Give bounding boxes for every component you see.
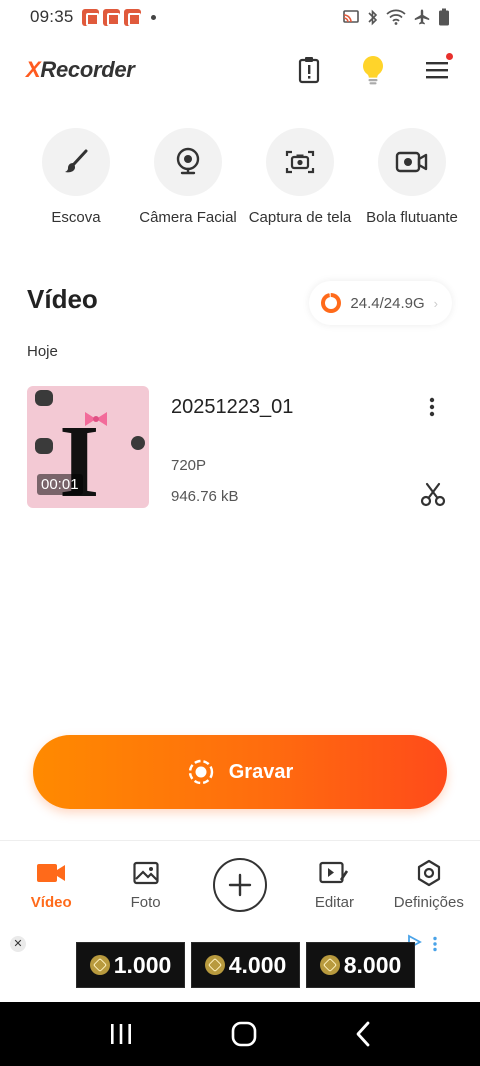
home-icon[interactable] bbox=[231, 1021, 257, 1047]
recording-resolution: 720P bbox=[171, 457, 207, 474]
coin-icon bbox=[319, 955, 340, 975]
notification-icons bbox=[81, 8, 156, 26]
recording-duration: 00:01 bbox=[37, 474, 83, 495]
app-notification-icon bbox=[102, 8, 120, 26]
xrecorder-logo: XRecorder bbox=[26, 57, 135, 83]
more-vertical-icon bbox=[429, 397, 435, 417]
nav-tab-video[interactable]: Vídeo bbox=[4, 848, 98, 911]
plus-icon bbox=[228, 873, 252, 897]
floating-ball-icon bbox=[395, 151, 428, 173]
logo-x: X bbox=[26, 57, 41, 82]
storage-indicator[interactable]: 24.4/24.9G › bbox=[309, 281, 452, 325]
ad-tile[interactable]: 4.000 bbox=[191, 942, 300, 988]
more-notifications-dot-icon bbox=[150, 14, 156, 20]
video-camera-icon bbox=[37, 864, 66, 882]
back-icon[interactable] bbox=[354, 1021, 372, 1047]
coin-icon bbox=[204, 955, 225, 975]
chevron-right-icon: › bbox=[433, 295, 438, 311]
tool-screenshot-circle bbox=[266, 128, 334, 196]
ad-tile[interactable]: 1.000 bbox=[76, 942, 185, 988]
thumbnail-sticker bbox=[35, 390, 53, 406]
edit-video-icon bbox=[319, 861, 349, 884]
lightbulb-icon bbox=[363, 56, 383, 85]
tool-face-camera-circle bbox=[154, 128, 222, 196]
tool-brush[interactable]: Escova bbox=[20, 128, 132, 228]
settings-hexagon-icon bbox=[417, 859, 440, 887]
plus-circle bbox=[213, 858, 268, 912]
ad-tile-amount: 4.000 bbox=[228, 951, 287, 978]
clipboard-alert-icon bbox=[298, 57, 320, 84]
battery-icon bbox=[439, 8, 449, 26]
recording-list-item[interactable]: I 00:01 20251223_01 720P 946.76 kB bbox=[27, 386, 453, 510]
status-time: 09:35 bbox=[30, 7, 74, 26]
recording-thumbnail[interactable]: I 00:01 bbox=[27, 386, 149, 508]
clipboard-alert-button[interactable] bbox=[292, 53, 326, 87]
record-button[interactable]: Gravar bbox=[33, 735, 447, 809]
tool-face-camera[interactable]: Câmera Facial bbox=[132, 128, 244, 228]
nav-tab-settings[interactable]: Definições bbox=[382, 848, 476, 911]
tool-brush-label: Escova bbox=[51, 209, 101, 226]
tips-lightbulb-button[interactable] bbox=[356, 53, 390, 87]
brush-icon bbox=[65, 149, 88, 173]
bluetooth-icon bbox=[368, 9, 378, 25]
record-button-label: Gravar bbox=[228, 760, 294, 783]
app-header: XRecorder bbox=[0, 44, 480, 96]
nav-tab-settings-label: Definições bbox=[393, 894, 464, 911]
record-icon bbox=[188, 759, 213, 785]
nav-tab-photo-label: Foto bbox=[130, 894, 161, 911]
tool-floating-ball[interactable]: Bola flutuante bbox=[356, 128, 468, 228]
ad-tiles: 1.000 4.000 8.000 bbox=[76, 942, 415, 988]
date-group-label: Hoje bbox=[27, 343, 58, 360]
scissors-icon bbox=[420, 482, 446, 507]
wifi-icon bbox=[386, 9, 406, 25]
cast-icon bbox=[343, 10, 359, 23]
ad-menu-icon[interactable] bbox=[432, 936, 438, 952]
header-actions bbox=[292, 53, 454, 87]
nav-tab-edit-label: Editar bbox=[314, 894, 355, 911]
storage-text: 24.4/24.9G bbox=[350, 294, 425, 312]
nav-divider bbox=[0, 840, 480, 841]
trim-video-button[interactable] bbox=[419, 480, 447, 508]
tool-brush-circle bbox=[42, 128, 110, 196]
bottom-navigation: Vídeo Foto Editar Definições bbox=[0, 848, 480, 920]
system-navigation-bar bbox=[0, 1002, 480, 1066]
screenshot-camera-icon bbox=[285, 150, 315, 174]
tool-screenshot-label: Captura de tela bbox=[248, 209, 352, 226]
storage-ring-icon bbox=[321, 293, 342, 313]
thumbnail-sticker bbox=[131, 436, 145, 450]
ad-banner[interactable]: ✕ 1.000 4.000 8.000 bbox=[0, 930, 480, 1002]
system-icons bbox=[342, 8, 450, 26]
ad-close-button[interactable]: ✕ bbox=[10, 936, 26, 952]
tool-face-camera-label: Câmera Facial bbox=[139, 209, 237, 226]
image-icon bbox=[133, 861, 159, 885]
tool-floating-ball-label: Bola flutuante bbox=[366, 209, 458, 226]
main-menu-button[interactable] bbox=[420, 53, 454, 87]
thumbnail-sticker bbox=[35, 438, 53, 454]
app-notification-icon bbox=[81, 8, 99, 26]
ad-tile[interactable]: 8.000 bbox=[306, 942, 415, 988]
airplane-icon bbox=[414, 9, 430, 25]
tool-screenshot[interactable]: Captura de tela bbox=[244, 128, 356, 228]
recent-apps-icon[interactable] bbox=[108, 1023, 134, 1045]
ad-tile-amount: 1.000 bbox=[113, 951, 172, 978]
app-notification-icon bbox=[123, 8, 141, 26]
recording-size: 946.76 kB bbox=[171, 488, 239, 505]
recording-more-button[interactable] bbox=[419, 394, 445, 420]
section-title: Vídeo bbox=[27, 284, 98, 314]
tools-row: Escova Câmera Facial Captura de tela Bol… bbox=[20, 128, 468, 228]
nav-tab-edit[interactable]: Editar bbox=[287, 848, 381, 911]
menu-notification-dot bbox=[446, 53, 453, 60]
nav-add-button[interactable] bbox=[193, 848, 287, 912]
coin-icon bbox=[89, 955, 110, 975]
status-bar: 09:35 bbox=[0, 0, 480, 34]
nav-tab-photo[interactable]: Foto bbox=[98, 848, 192, 911]
nav-tab-video-label: Vídeo bbox=[30, 894, 72, 911]
logo-text: Recorder bbox=[40, 57, 135, 82]
tool-floating-ball-circle bbox=[378, 128, 446, 196]
bow-icon bbox=[85, 412, 107, 426]
hamburger-menu-icon bbox=[426, 62, 448, 79]
ad-tile-amount: 8.000 bbox=[343, 951, 402, 978]
recording-name: 20251223_01 bbox=[171, 396, 294, 418]
webcam-icon bbox=[176, 147, 200, 175]
